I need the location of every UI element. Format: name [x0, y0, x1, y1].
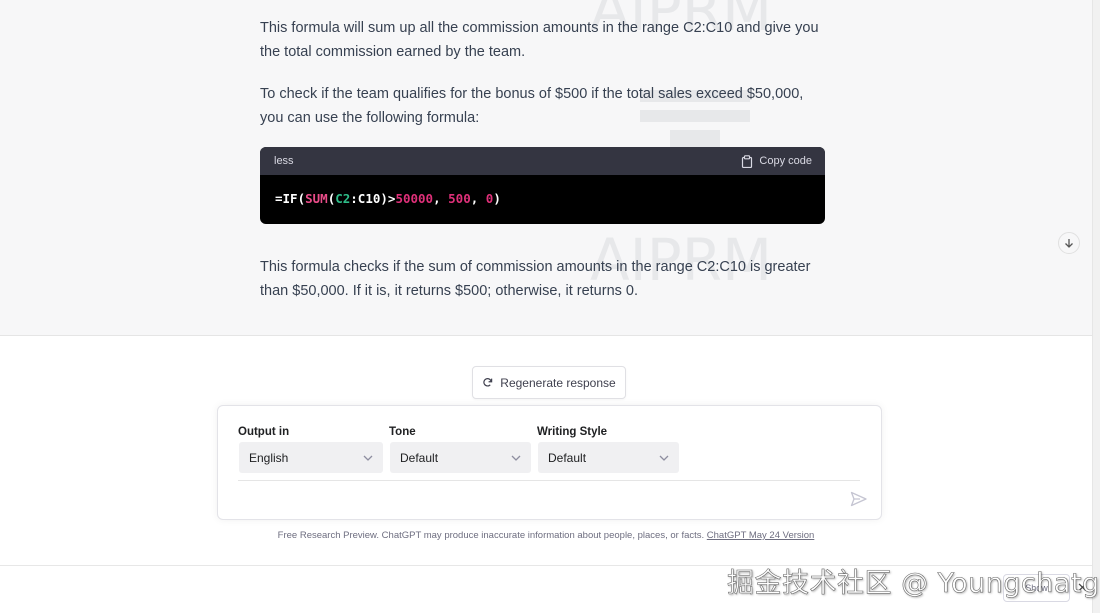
regenerate-response-button[interactable]: Regenerate response: [472, 366, 626, 399]
footer-disclaimer: Free Research Preview. ChatGPT may produ…: [0, 530, 1092, 541]
copy-code-button[interactable]: Copy code: [741, 154, 812, 168]
code-token-reference: C2: [335, 191, 351, 206]
code-header: less Copy code: [260, 147, 825, 175]
close-icon[interactable]: ✕: [1077, 580, 1088, 596]
code-token: ): [493, 191, 501, 206]
refresh-icon: [483, 378, 493, 387]
chat-area: AIPRM AIPRM This formula will sum up all…: [0, 0, 1092, 336]
writing-style-value: Default: [548, 450, 587, 465]
code-block: less Copy code =IF(SUM(C2:C10)>50000, 50…: [260, 147, 825, 224]
chevron-down-icon: [659, 455, 669, 461]
regenerate-label: Regenerate response: [500, 375, 616, 390]
output-language-select[interactable]: English: [239, 442, 383, 473]
clipboard-icon: [742, 154, 753, 168]
show-button[interactable]: Show: [1003, 574, 1070, 602]
code-token: =IF(: [275, 191, 306, 206]
output-language-label: Output in: [238, 426, 290, 438]
code-token: :C10)>: [350, 191, 396, 206]
response-paragraph-3: This formula checks if the sum of commis…: [260, 255, 826, 303]
output-language-value: English: [249, 450, 289, 465]
code-token: ,: [470, 191, 486, 206]
paragraph-text: This formula will sum up all the commiss…: [260, 20, 819, 60]
writing-style-select[interactable]: Default: [538, 442, 679, 473]
disclaimer-text: Free Research Preview. ChatGPT may produ…: [277, 530, 705, 541]
send-icon[interactable]: [850, 491, 868, 507]
copy-code-label: Copy code: [759, 155, 812, 167]
prompt-input[interactable]: [238, 486, 838, 514]
response-paragraph-2: To check if the team qualifies for the b…: [260, 82, 826, 130]
bottom-bar: [0, 565, 1092, 613]
paragraph-text: This formula checks if the sum of commis…: [260, 259, 811, 299]
scroll-to-bottom-button[interactable]: [1058, 232, 1080, 254]
chevron-down-icon: [511, 455, 521, 461]
tone-label: Tone: [389, 426, 416, 438]
code-content: =IF(SUM(C2:C10)>50000, 500, 0): [260, 175, 825, 222]
code-token-number: 500: [448, 191, 471, 206]
paragraph-text: To check if the team qualifies for the b…: [260, 86, 804, 126]
composer-divider: [238, 480, 860, 481]
tone-select[interactable]: Default: [390, 442, 531, 473]
arrow-down-icon: [1065, 239, 1073, 248]
page-scrollbar[interactable]: [1092, 0, 1100, 613]
writing-style-label: Writing Style: [537, 426, 608, 438]
code-token-number: 50000: [395, 191, 434, 206]
prompt-composer: Output in English Tone Default Writing S…: [217, 405, 882, 520]
version-link[interactable]: ChatGPT May 24 Version: [707, 530, 815, 541]
code-token-function: SUM: [305, 191, 328, 206]
chevron-down-icon: [363, 455, 373, 461]
code-token: ,: [433, 191, 449, 206]
code-language: less: [274, 155, 294, 167]
response-paragraph-1: This formula will sum up all the commiss…: [260, 16, 826, 64]
tone-value: Default: [400, 450, 439, 465]
